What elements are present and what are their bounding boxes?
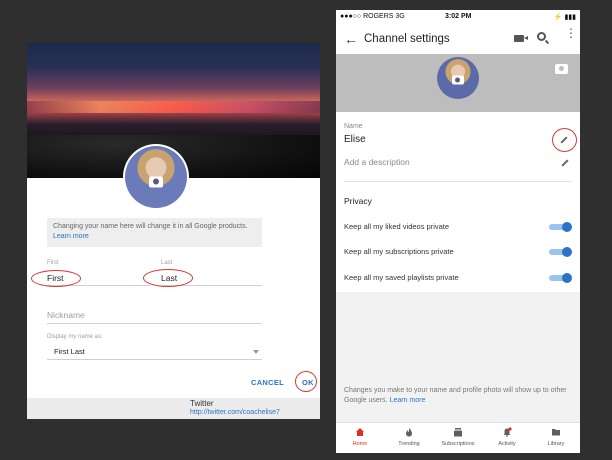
privacy-row-liked-videos: Keep all my liked videos private: [344, 222, 450, 231]
carrier-signal: ●●●○○ ROGERS 3G: [340, 13, 405, 20]
bottom-tab-bar: Home Trending Subscriptions Activity Lib…: [336, 422, 580, 453]
liked-videos-toggle[interactable]: [549, 222, 572, 232]
first-name-label: First: [47, 260, 59, 266]
privacy-heading: Privacy: [344, 196, 372, 206]
background-link[interactable]: http://twitter.com/coachelise7: [190, 409, 280, 416]
notice-text: Changing your name here will change it i…: [53, 223, 248, 230]
more-vert-icon[interactable]: ⋮: [565, 27, 577, 39]
bell-icon: [503, 427, 512, 437]
privacy-row-saved-playlists: Keep all my saved playlists private: [344, 273, 459, 282]
edit-name-annotation-circle: [552, 128, 577, 152]
tab-home[interactable]: Home: [336, 423, 384, 453]
footer-note: Changes you make to your name and profil…: [344, 386, 574, 406]
first-name-annotation-circle: [31, 270, 81, 287]
profile-avatar[interactable]: [123, 144, 189, 210]
channel-settings-screen: ●●●○○ ROGERS 3G 3:02 PM ⚡ ▮▮▮ ← Channel …: [336, 10, 580, 453]
back-arrow-icon[interactable]: ←: [344, 31, 358, 47]
name-value: Elise: [344, 134, 366, 145]
avatar-photo: [125, 146, 187, 208]
status-bar: ●●●○○ ROGERS 3G 3:02 PM ⚡ ▮▮▮: [336, 10, 580, 24]
privacy-row-subscriptions: Keep all my subscriptions private: [344, 247, 454, 256]
name-change-notice: Changing your name here will change it i…: [47, 218, 262, 247]
subscriptions-icon: [454, 428, 462, 437]
video-camera-icon[interactable]: [514, 35, 528, 42]
display-name-underline: [47, 359, 262, 360]
edit-description-pencil-icon[interactable]: [561, 159, 569, 167]
tab-subscriptions[interactable]: Subscriptions: [434, 423, 482, 453]
flame-icon: [406, 428, 412, 437]
status-time: 3:02 PM: [445, 13, 472, 20]
background-page: Twitter http://twitter.com/coachelise7: [27, 398, 320, 419]
app-bar: ← Channel settings ⋮: [336, 24, 580, 54]
camera-icon[interactable]: [452, 75, 464, 85]
tab-label: Activity: [498, 441, 516, 447]
folder-icon: [552, 429, 560, 436]
channel-avatar[interactable]: [437, 57, 479, 99]
page-title: Channel settings: [364, 33, 450, 45]
nickname-underline: [47, 323, 262, 324]
banner-camera-icon[interactable]: [555, 64, 568, 74]
footer-learn-more-link[interactable]: Learn more: [390, 397, 426, 404]
tab-activity[interactable]: Activity: [483, 423, 531, 453]
display-name-label: Display my name as:: [47, 334, 103, 340]
section-divider: [344, 181, 572, 182]
tab-library[interactable]: Library: [532, 423, 580, 453]
tab-label: Subscriptions: [441, 441, 475, 447]
name-edit-dialog: Changing your name here will change it i…: [27, 43, 320, 419]
search-icon[interactable]: [537, 32, 546, 41]
display-name-select[interactable]: First Last: [54, 347, 85, 356]
name-label: Name: [344, 123, 363, 130]
subscriptions-toggle[interactable]: [549, 247, 572, 257]
sunset-glow: [27, 101, 320, 113]
footer-note-text: Changes you make to your name and profil…: [344, 387, 567, 404]
cancel-button[interactable]: CANCEL: [251, 378, 284, 387]
last-name-label: Last: [161, 260, 173, 266]
tab-label: Library: [547, 441, 565, 447]
chevron-down-icon[interactable]: [253, 350, 259, 354]
tab-trending[interactable]: Trending: [385, 423, 433, 453]
settings-card: Name Elise Add a description Privacy Kee…: [336, 112, 580, 292]
background-title: Twitter: [190, 399, 214, 408]
description-placeholder[interactable]: Add a description: [344, 157, 410, 167]
learn-more-link[interactable]: Learn more: [53, 233, 89, 240]
tab-label: Home: [352, 441, 368, 447]
last-name-annotation-circle: [143, 269, 193, 287]
camera-icon[interactable]: [149, 176, 163, 188]
home-icon: [356, 428, 364, 436]
tab-label: Trending: [398, 441, 420, 447]
saved-playlists-toggle[interactable]: [549, 273, 572, 283]
nickname-input[interactable]: Nickname: [47, 310, 85, 320]
battery-icon: ⚡ ▮▮▮: [553, 14, 576, 21]
ok-annotation-circle: [295, 371, 317, 392]
